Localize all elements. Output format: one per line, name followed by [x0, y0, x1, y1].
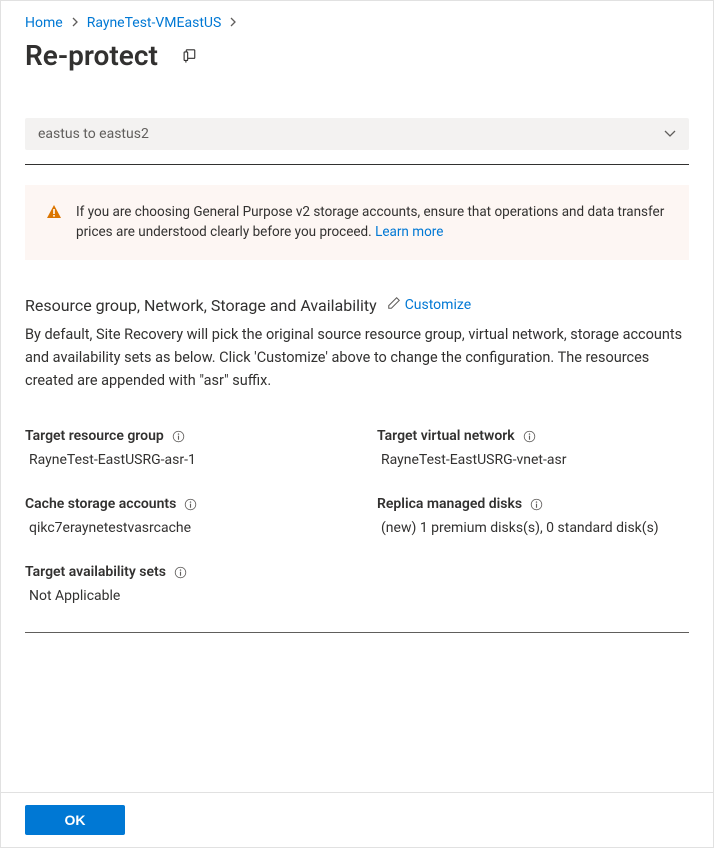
section-title: Resource group, Network, Storage and Ava… [25, 296, 377, 315]
page-title: Re-protect [25, 39, 158, 72]
dropdown-value: eastus to eastus2 [38, 126, 149, 142]
info-icon[interactable] [530, 498, 543, 511]
warning-icon [46, 204, 62, 226]
divider [25, 164, 689, 165]
field-target-virtual-network: Target virtual network RayneTest-EastUSR… [377, 428, 689, 468]
field-value: qikc7eraynetestvasrcache [25, 520, 337, 536]
chevron-down-icon [664, 128, 676, 140]
field-value: RayneTest-EastUSRG-vnet-asr [377, 452, 689, 468]
ok-button[interactable]: OK [25, 805, 125, 835]
field-value: (new) 1 premium disks(s), 0 standard dis… [377, 520, 689, 536]
learn-more-link[interactable]: Learn more [375, 224, 443, 240]
footer-bar: OK [1, 792, 713, 847]
field-replica-managed-disks: Replica managed disks (new) 1 premium di… [377, 496, 689, 536]
info-icon[interactable] [184, 498, 197, 511]
section-description: By default, Site Recovery will pick the … [25, 323, 689, 393]
field-label: Target virtual network [377, 428, 515, 444]
pin-icon[interactable] [182, 47, 199, 64]
info-icon[interactable] [174, 566, 187, 579]
field-label: Replica managed disks [377, 496, 522, 512]
divider [25, 632, 689, 633]
customize-label: Customize [405, 297, 471, 313]
breadcrumb-resource[interactable]: RayneTest-VMEastUS [87, 15, 222, 31]
breadcrumb: Home RayneTest-VMEastUS [25, 13, 689, 31]
direction-dropdown[interactable]: eastus to eastus2 [25, 118, 689, 150]
pencil-icon [387, 296, 401, 314]
field-label: Cache storage accounts [25, 496, 176, 512]
field-cache-storage-accounts: Cache storage accounts qikc7eraynetestva… [25, 496, 337, 536]
field-target-availability-sets: Target availability sets Not Applicable [25, 564, 337, 604]
info-icon[interactable] [523, 430, 536, 443]
breadcrumb-home[interactable]: Home [25, 15, 63, 31]
field-target-resource-group: Target resource group RayneTest-EastUSRG… [25, 428, 337, 468]
warning-banner: If you are choosing General Purpose v2 s… [25, 185, 689, 260]
field-value: Not Applicable [25, 588, 337, 604]
field-label: Target availability sets [25, 564, 166, 580]
customize-button[interactable]: Customize [387, 296, 471, 314]
field-value: RayneTest-EastUSRG-asr-1 [25, 452, 337, 468]
warning-text: If you are choosing General Purpose v2 s… [76, 202, 670, 243]
chevron-right-icon [229, 16, 237, 30]
info-icon[interactable] [172, 430, 185, 443]
chevron-right-icon [71, 16, 79, 30]
field-label: Target resource group [25, 428, 164, 444]
